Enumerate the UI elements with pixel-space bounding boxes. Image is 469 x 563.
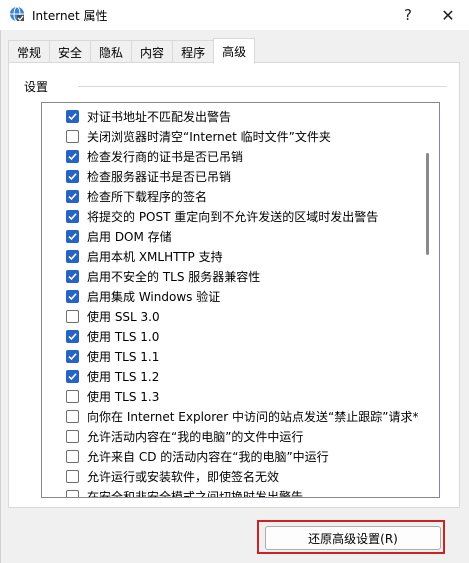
setting-label: 使用 TLS 1.1 [87,349,160,364]
group-divider [78,86,447,87]
checkbox-unchecked[interactable] [66,129,79,143]
checkbox-checked[interactable] [66,229,79,243]
setting-row[interactable]: 关闭浏览器时清空“Internet 临时文件”文件夹 [66,126,331,146]
checkbox-unchecked[interactable] [66,429,79,443]
reset-advanced-settings-button[interactable]: 还原高级设置(R) [265,526,441,550]
checkbox-unchecked[interactable] [66,449,79,463]
checkbox-checked[interactable] [66,189,79,203]
checkbox-checked[interactable] [66,149,79,163]
setting-label: 使用 SSL 3.0 [87,309,160,324]
setting-row[interactable]: 使用 TLS 1.0 [66,326,159,346]
tab-programs[interactable]: 程序 [172,40,215,63]
tab-advanced[interactable]: 高级 [213,38,256,64]
setting-row[interactable]: 检查所下载程序的签名 [66,186,207,206]
setting-row[interactable]: 将提交的 POST 重定向到不允许发送的区域时发出警告 [66,206,378,226]
setting-row[interactable]: 使用 TLS 1.2 [66,366,159,386]
title-bar: Internet 属性 ? ✕ [0,0,469,30]
setting-row[interactable]: 允许运行或安装软件，即使签名无效 [66,466,279,486]
setting-label: 检查所下载程序的签名 [87,189,208,204]
scrollbar-thumb[interactable] [426,153,429,255]
setting-label: 启用本机 XMLHTTP 支持 [87,249,223,264]
setting-row[interactable]: 启用集成 Windows 验证 [66,286,220,306]
checkbox-checked[interactable] [66,249,79,263]
window-title: Internet 属性 [32,9,108,23]
close-button[interactable]: ✕ [428,0,468,30]
setting-label: 允许运行或安装软件，即使签名无效 [87,469,280,484]
checkbox-unchecked[interactable] [66,309,79,323]
setting-row[interactable]: 检查发行商的证书是否已吊销 [66,146,243,166]
setting-label: 启用 DOM 存储 [87,229,172,244]
setting-label: 启用集成 Windows 验证 [87,289,221,304]
internet-globe-icon [9,6,25,22]
checkbox-unchecked[interactable] [66,489,79,497]
setting-row[interactable]: 使用 TLS 1.3 [66,386,159,406]
checkbox-checked[interactable] [66,169,79,183]
checkbox-checked[interactable] [66,329,79,343]
tab-strip: 常规 安全 隐私 内容 程序 高级 [8,38,256,64]
tab-general[interactable]: 常规 [8,40,51,63]
setting-label: 向你在 Internet Explorer 中访问的站点发送“禁止跟踪”请求* [87,409,419,424]
setting-row[interactable]: 允许来自 CD 的活动内容在“我的电脑”中运行 [66,446,329,466]
checkbox-checked[interactable] [66,209,79,223]
checkbox-unchecked[interactable] [66,469,79,483]
checkbox-unchecked[interactable] [66,409,79,423]
setting-label: 允许来自 CD 的活动内容在“我的电脑”中运行 [87,449,329,464]
setting-row[interactable]: 使用 SSL 3.0 [66,306,160,326]
setting-row[interactable]: 启用本机 XMLHTTP 支持 [66,246,223,266]
checkbox-checked[interactable] [66,109,79,123]
setting-label: 对证书地址不匹配发出警告 [87,109,232,124]
setting-row[interactable]: 检查服务器证书是否已吊销 [66,166,231,186]
checkbox-checked[interactable] [66,289,79,303]
setting-label: 使用 TLS 1.3 [87,389,160,404]
setting-label: 关闭浏览器时清空“Internet 临时文件”文件夹 [87,129,331,144]
tab-privacy[interactable]: 隐私 [90,40,133,63]
setting-row[interactable]: 在安全和非安全模式之间切换时发出警告 [66,486,304,498]
setting-label: 检查服务器证书是否已吊销 [87,169,232,184]
setting-label: 在安全和非安全模式之间切换时发出警告 [87,489,304,498]
setting-label: 允许活动内容在“我的电脑”的文件中运行 [87,429,304,444]
checkbox-unchecked[interactable] [66,389,79,403]
setting-row[interactable]: 启用 DOM 存储 [66,226,172,246]
setting-label: 将提交的 POST 重定向到不允许发送的区域时发出警告 [87,209,379,224]
tab-content[interactable]: 内容 [131,40,174,63]
setting-row[interactable]: 使用 TLS 1.1 [66,346,159,366]
settings-list[interactable]: 对证书地址不匹配发出警告关闭浏览器时清空“Internet 临时文件”文件夹 检查… [41,102,440,498]
setting-row[interactable]: 启用不安全的 TLS 服务器兼容性 [66,266,260,286]
checkbox-checked[interactable] [66,369,79,383]
setting-label: 启用不安全的 TLS 服务器兼容性 [87,269,261,284]
window-left-edge [0,30,1,563]
setting-row[interactable]: 允许活动内容在“我的电脑”的文件中运行 [66,426,303,446]
setting-row[interactable]: 对证书地址不匹配发出警告 [66,106,231,126]
setting-row[interactable]: 向你在 Internet Explorer 中访问的站点发送“禁止跟踪”请求* [66,406,419,426]
setting-label: 使用 TLS 1.0 [87,329,160,344]
checkbox-checked[interactable] [66,349,79,363]
setting-label: 检查发行商的证书是否已吊销 [87,149,244,164]
settings-group-label: 设置 [24,78,53,95]
setting-label: 使用 TLS 1.2 [87,369,160,384]
tab-security[interactable]: 安全 [49,40,92,63]
checkbox-checked[interactable] [66,269,79,283]
help-button[interactable]: ? [388,0,428,30]
